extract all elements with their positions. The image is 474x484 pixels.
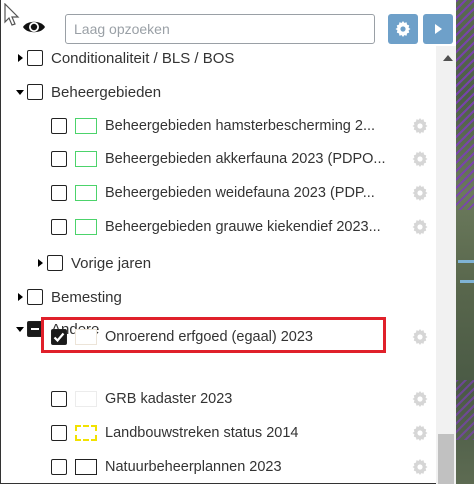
layer-checkbox[interactable] — [51, 219, 67, 235]
tree-group-beheergebieden[interactable]: Beheergebieden — [16, 81, 161, 103]
legend-swatch — [75, 185, 97, 201]
layer-settings-gear-icon[interactable] — [412, 459, 428, 475]
layer-search-input[interactable] — [65, 14, 375, 44]
map-hatched-area — [456, 0, 474, 210]
tree-item-label: Bemesting — [51, 288, 122, 306]
layer-checkbox[interactable] — [47, 255, 63, 271]
legend-swatch — [75, 425, 97, 441]
layer-settings-gear-icon[interactable] — [412, 425, 428, 441]
layer-checkbox[interactable] — [51, 459, 67, 475]
layer-settings-gear-icon[interactable] — [412, 118, 428, 134]
collapse-arrow-icon[interactable] — [16, 89, 24, 95]
layer-checkbox[interactable] — [51, 425, 67, 441]
tree-item-label: Beheergebieden weidefauna 2023 (PDP... — [105, 185, 375, 201]
layer-checkbox[interactable] — [51, 391, 67, 407]
tree-item-label: Beheergebieden — [51, 83, 162, 101]
layer-checkbox[interactable] — [27, 84, 43, 100]
tree-item-label: Beheergebieden hamsterbescherming 2... — [105, 118, 376, 134]
tree-group-conditionaliteit[interactable]: Conditionaliteit / BLS / BOS — [18, 47, 234, 69]
tree-item-label: Landbouwstreken status 2014 — [105, 425, 299, 441]
legend-swatch — [75, 329, 97, 345]
tree-group-vorige-jaren[interactable]: Vorige jaren — [38, 252, 151, 274]
tree-layer-onroerend-erfgoed[interactable]: Onroerend erfgoed (egaal) 2023 — [51, 326, 313, 348]
tree-item-label: Vorige jaren — [71, 254, 152, 272]
tree-layer-akkerfauna[interactable]: Beheergebieden akkerfauna 2023 (PDPO... — [51, 148, 386, 170]
layer-checkbox[interactable] — [51, 151, 67, 167]
tree-layer-grb-kadaster[interactable]: GRB kadaster 2023 — [51, 388, 232, 410]
gear-icon — [395, 21, 411, 37]
layer-checkbox[interactable] — [51, 118, 67, 134]
layer-checkbox-checked[interactable] — [51, 329, 67, 345]
tree-layer-grauwe-kiekendief[interactable]: Beheergebieden grauwe kiekendief 2023... — [51, 216, 381, 238]
tree-item-label: Beheergebieden akkerfauna 2023 (PDPO... — [105, 151, 386, 167]
map-waterway — [460, 280, 474, 283]
legend-swatch — [75, 459, 97, 475]
map-hatched-area — [456, 380, 474, 440]
layer-checkbox[interactable] — [27, 50, 43, 66]
expand-arrow-icon[interactable] — [18, 293, 23, 301]
tree-item-label: Onroerend erfgoed (egaal) 2023 — [105, 329, 313, 345]
collapse-panel-button[interactable] — [423, 14, 453, 44]
scrollbar-thumb[interactable] — [438, 434, 454, 484]
tree-layer-natuurbeheerplannen[interactable]: Natuurbeheerplannen 2023 — [51, 456, 282, 478]
tree-item-label: Beheergebieden grauwe kiekendief 2023... — [105, 219, 381, 235]
eye-icon[interactable] — [22, 17, 46, 37]
play-icon — [435, 24, 442, 34]
checkmark-icon — [53, 332, 65, 343]
layer-settings-gear-icon[interactable] — [412, 329, 428, 345]
tree-layer-hamsterbescherming[interactable]: Beheergebieden hamsterbescherming 2... — [51, 115, 375, 137]
expand-arrow-icon[interactable] — [38, 259, 43, 267]
tree-layer-landbouwstreken[interactable]: Landbouwstreken status 2014 — [51, 422, 298, 444]
settings-button[interactable] — [388, 14, 418, 44]
layer-settings-gear-icon[interactable] — [412, 151, 428, 167]
collapse-arrow-icon[interactable] — [16, 326, 24, 332]
tree-item-label: GRB kadaster 2023 — [105, 391, 233, 407]
layer-checkbox[interactable] — [51, 185, 67, 201]
map-view[interactable] — [456, 0, 474, 484]
tree-layer-weidefauna[interactable]: Beheergebieden weidefauna 2023 (PDP... — [51, 182, 375, 204]
layer-checkbox[interactable] — [27, 289, 43, 305]
legend-swatch — [75, 151, 97, 167]
scroll-up-arrow-icon[interactable] — [443, 55, 453, 61]
scrollbar-track[interactable] — [436, 46, 456, 484]
tree-group-bemesting[interactable]: Bemesting — [18, 286, 122, 308]
layer-panel — [0, 0, 456, 484]
expand-arrow-icon[interactable] — [18, 54, 23, 62]
layer-settings-gear-icon[interactable] — [412, 391, 428, 407]
tree-item-label: Natuurbeheerplannen 2023 — [105, 459, 282, 475]
tree-item-label: Conditionaliteit / BLS / BOS — [51, 49, 235, 67]
mouse-cursor-icon — [4, 3, 20, 26]
legend-swatch — [75, 219, 97, 235]
map-waterway — [458, 260, 474, 263]
layer-settings-gear-icon[interactable] — [412, 185, 428, 201]
legend-swatch — [75, 391, 97, 407]
legend-swatch — [75, 118, 97, 134]
layer-settings-gear-icon[interactable] — [412, 219, 428, 235]
